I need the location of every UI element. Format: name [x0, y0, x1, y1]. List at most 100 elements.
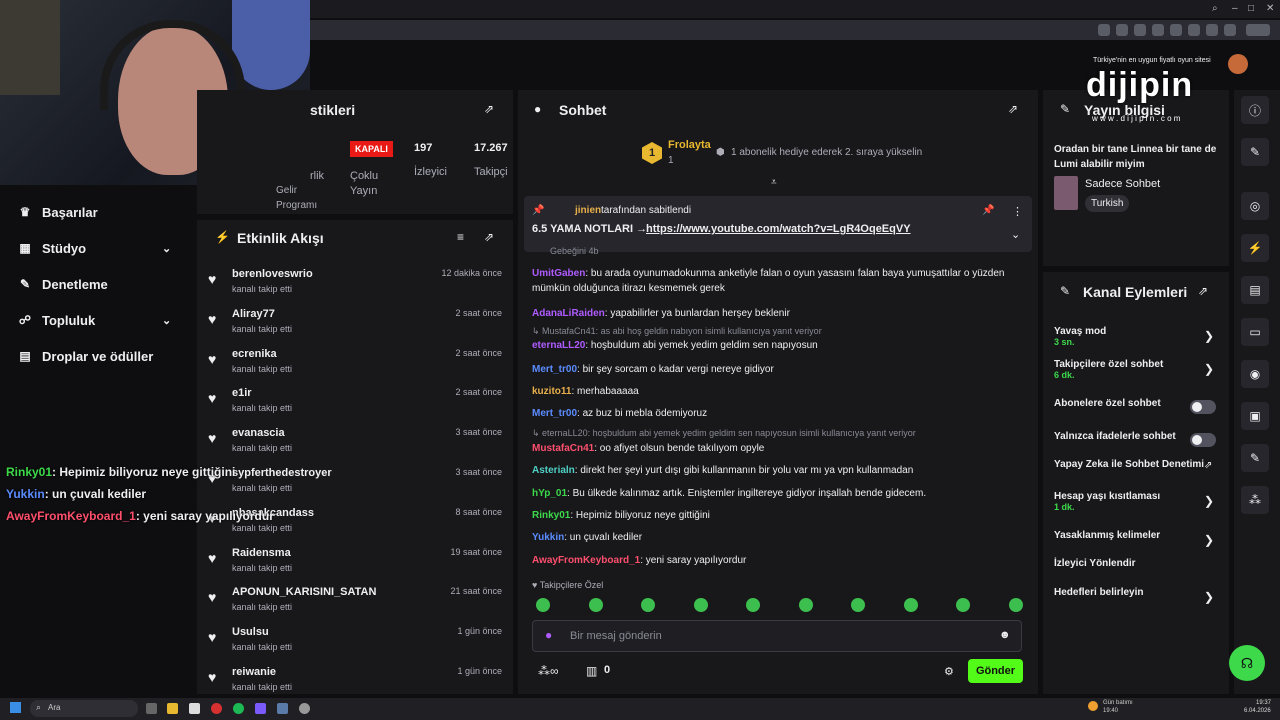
extension-icon[interactable] [1152, 24, 1164, 36]
info-icon[interactable]: ⓘ [1241, 96, 1269, 124]
channel-action-9[interactable]: Hedefleri belirleyin [1054, 587, 1224, 598]
chevron-down-icon[interactable]: ⌄ [1011, 228, 1020, 241]
follower-name[interactable]: berenloveswrio [232, 268, 313, 280]
more-options-icon[interactable]: ⋮ [1012, 205, 1023, 218]
follower-name[interactable]: Aliray77 [232, 308, 275, 320]
category-thumbnail[interactable] [1054, 176, 1078, 210]
taskbar-search[interactable] [30, 700, 138, 717]
emote-icon[interactable] [588, 598, 603, 612]
layout-icon[interactable]: ▣ [1241, 402, 1269, 430]
follower-name[interactable]: e1ir [232, 387, 252, 399]
camera-focus-icon[interactable]: ◎ [1241, 192, 1269, 220]
language-tag[interactable]: Turkish [1085, 195, 1130, 212]
activity-item[interactable]: ♥ sypferthedestroyer kanalı takip etti 3 sa… [197, 465, 513, 505]
chat-username[interactable]: AdanaLiRaiden [532, 308, 605, 319]
chevron-right-icon[interactable]: ❯ [1204, 362, 1214, 376]
channel-action-5[interactable]: Yapay Zeka ile Sohbet Denetimi [1054, 459, 1224, 470]
lightning-icon[interactable]: ⚡ [1241, 234, 1269, 262]
toggle-switch[interactable] [1190, 400, 1216, 414]
file-explorer-icon[interactable] [167, 703, 178, 714]
toggle-switch[interactable] [1190, 433, 1216, 447]
sidebar-item-achievements[interactable]: ♛ Başarılar [18, 200, 98, 224]
popout-icon[interactable]: ⇗ [484, 102, 494, 116]
emote-icon[interactable] [693, 598, 708, 612]
emote-icon[interactable] [851, 598, 865, 612]
chat-username[interactable]: hYp_01 [532, 488, 567, 499]
broadcast-icon[interactable]: ◉ [1241, 360, 1269, 388]
steam-icon[interactable] [277, 703, 288, 714]
chevron-right-icon[interactable]: ❯ [1204, 329, 1214, 343]
minimize-button[interactable]: – [1232, 3, 1238, 14]
chat-username[interactable]: Yukkin [532, 532, 564, 543]
emote-icon[interactable] [641, 598, 655, 612]
chevron-down-icon[interactable]: ⌄ [162, 314, 171, 327]
expand-leaderboard-icon[interactable]: ⩡ [771, 177, 777, 188]
app-icon[interactable] [189, 703, 200, 714]
follower-name[interactable]: sypferthedestroyer [232, 467, 332, 479]
obs-icon[interactable] [299, 703, 310, 714]
close-button[interactable]: ✕ [1266, 3, 1274, 14]
extension-icon[interactable] [1188, 24, 1200, 36]
leader-name[interactable]: Frolayta [668, 139, 711, 151]
chat-username[interactable]: Mert_tr00 [532, 364, 577, 375]
extension-icon[interactable] [1206, 24, 1218, 36]
channel-action-1[interactable]: Yavaş mod 3 sn. [1054, 326, 1224, 347]
extension-icon[interactable] [1170, 24, 1182, 36]
chat-username[interactable]: eternaLL20 [532, 340, 585, 351]
support-headset-button[interactable]: ☊ [1229, 645, 1265, 681]
pinned-link[interactable]: https://www.youtube.com/watch?v=LgR4OqeE… [646, 223, 911, 235]
extension-icon[interactable] [1134, 24, 1146, 36]
chat-username[interactable]: Asterialn [532, 465, 575, 476]
search-icon[interactable]: ⌕ [1212, 3, 1218, 14]
extension-icon[interactable] [1098, 24, 1110, 36]
follower-name[interactable]: APONUN_KARISINI_SATAN [232, 586, 376, 598]
sidebar-item-community[interactable]: ☍ Topluluk ⌄ [18, 308, 171, 332]
chevron-right-icon[interactable]: ❯ [1204, 494, 1214, 508]
maximize-button[interactable]: □ [1248, 3, 1254, 14]
extension-icon[interactable] [1224, 24, 1236, 36]
chat-username[interactable]: kuzito11 [532, 386, 571, 397]
emoji-icon[interactable]: ☻ [999, 629, 1011, 641]
channel-action-2[interactable]: Takipçilere özel sohbet 6 dk. [1054, 359, 1224, 380]
chat-icon[interactable]: ▭ [1241, 318, 1269, 346]
external-link-icon[interactable]: ⇗ [1204, 460, 1212, 471]
popout-icon[interactable]: ⇗ [1198, 284, 1208, 298]
community-icon[interactable]: ⁂ [1241, 486, 1269, 514]
opera-icon[interactable] [211, 703, 222, 714]
follower-name[interactable]: ecrenika [232, 348, 277, 360]
notes-icon[interactable]: ▤ [1241, 276, 1269, 304]
discord-icon[interactable] [255, 703, 266, 714]
activity-item[interactable]: ♥ evanascia kanalı takip etti 3 saat önce [197, 425, 513, 465]
popout-icon[interactable]: ⇗ [484, 230, 494, 244]
sidebar-item-moderation[interactable]: ✎ Denetleme [18, 272, 108, 296]
emote-icon[interactable] [956, 598, 970, 612]
chevron-right-icon[interactable]: ❯ [1204, 590, 1214, 604]
task-view-icon[interactable] [146, 703, 157, 714]
emote-icon[interactable] [746, 598, 760, 612]
sidebar-item-drops[interactable]: ▤ Droplar ve ödüller [18, 344, 153, 368]
activity-item[interactable]: ♥ Aliray77 kanalı takip etti 2 saat önce [197, 306, 513, 346]
channel-action-6[interactable]: Hesap yaşı kısıtlaması 1 dk. [1054, 491, 1224, 512]
chevron-right-icon[interactable]: ❯ [1204, 533, 1214, 547]
stream-category[interactable]: Sadece Sohbet [1085, 178, 1160, 190]
emote-icon[interactable] [798, 598, 813, 612]
emote-icon[interactable] [903, 598, 918, 612]
activity-item[interactable]: ♥ Raidensma kanalı takip etti 19 saat önce [197, 545, 513, 585]
send-button[interactable]: Gönder [968, 659, 1023, 683]
chat-username[interactable]: AwayFromKeyboard_1 [532, 555, 640, 566]
emote-icon[interactable] [536, 598, 550, 612]
chat-username[interactable]: Rinky01 [532, 510, 570, 521]
wrench-icon[interactable]: ✎ [1241, 444, 1269, 472]
channel-action-8[interactable]: İzleyici Yönlendir [1054, 558, 1224, 569]
unpin-icon[interactable]: 📌 [982, 205, 994, 216]
emote-icon[interactable] [1008, 598, 1023, 612]
activity-item[interactable]: ♥ Usulsu kanalı takip etti 1 gün önce [197, 624, 513, 664]
activity-item[interactable]: ♥ berenloveswrio kanalı takip etti 12 dakik… [197, 266, 513, 306]
spotify-icon[interactable] [233, 703, 244, 714]
channel-action-7[interactable]: Yasaklanmış kelimeler [1054, 530, 1224, 541]
activity-item[interactable]: ♥ ecrenika kanalı takip etti 2 saat önce [197, 346, 513, 386]
popout-icon[interactable]: ⇗ [1008, 102, 1018, 116]
activity-item[interactable]: ♥ APONUN_KARISINI_SATAN kanalı takip etti 2… [197, 584, 513, 624]
filter-icon[interactable]: ≡ [457, 230, 464, 244]
extension-icon[interactable] [1116, 24, 1128, 36]
